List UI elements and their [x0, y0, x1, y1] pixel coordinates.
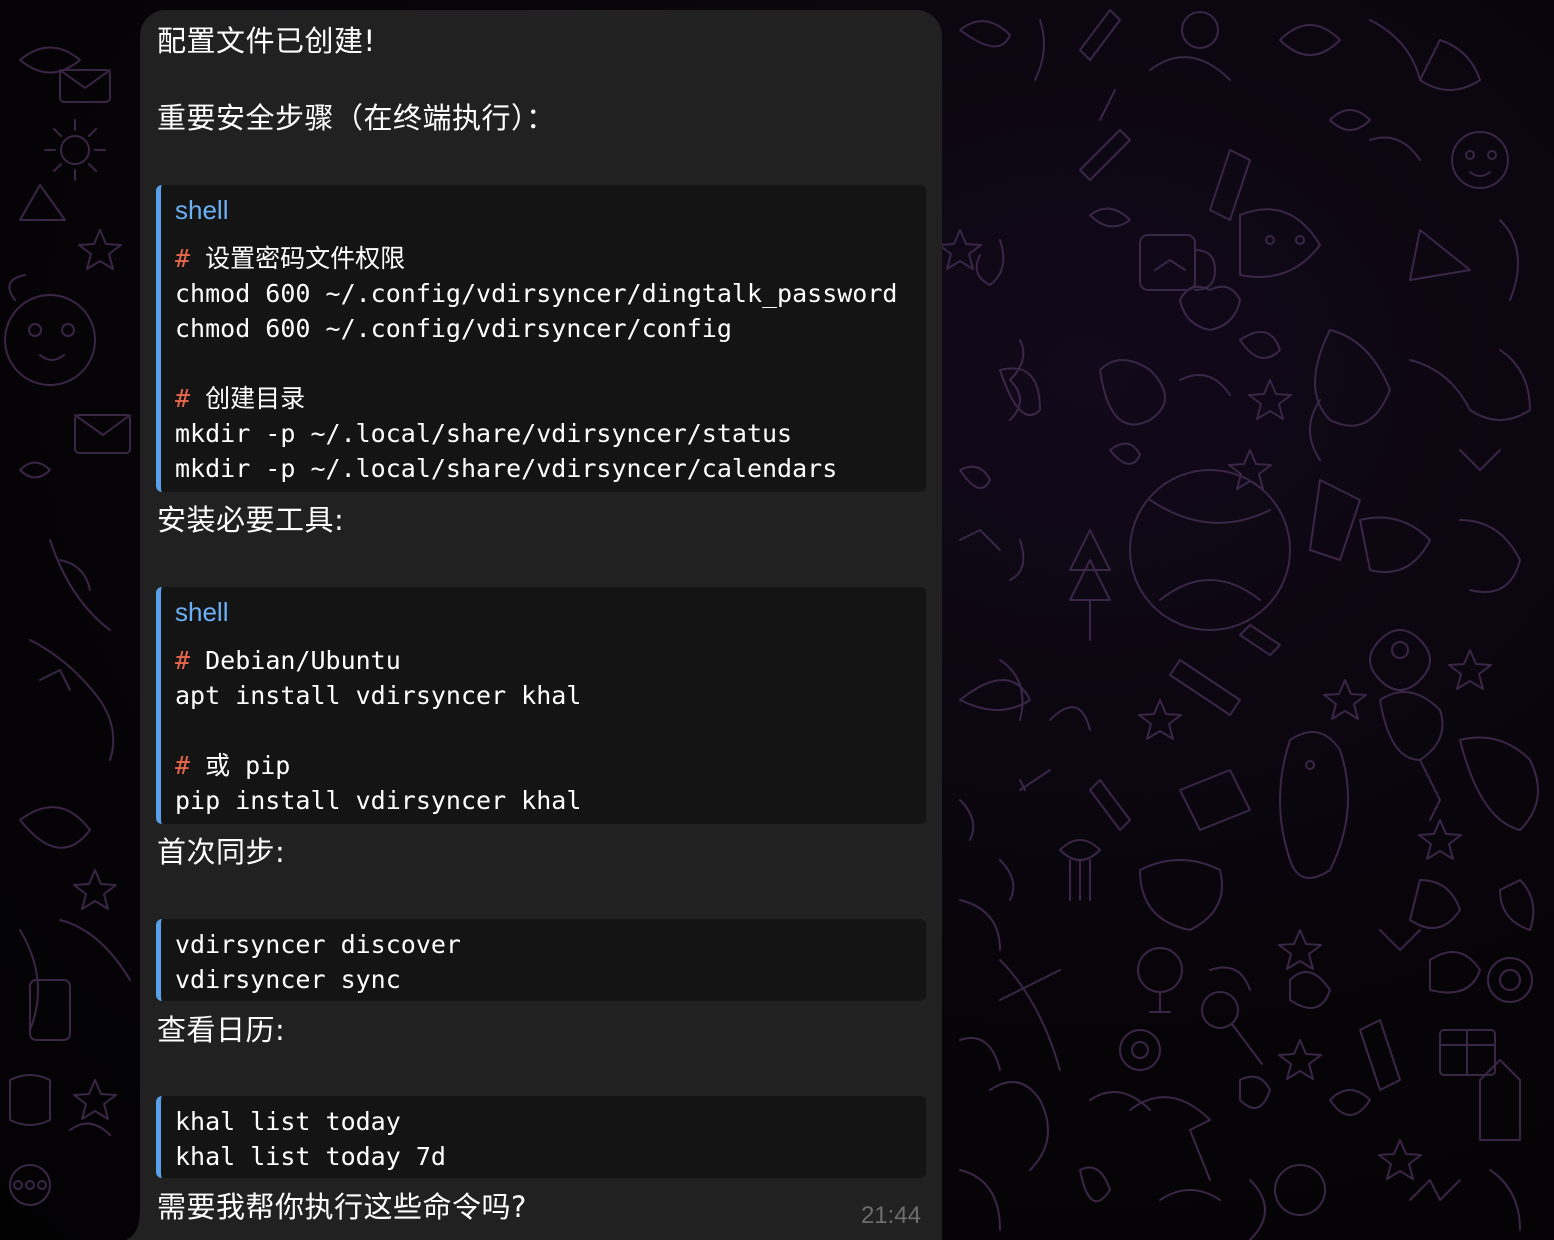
closing-question: 需要我帮你执行这些命令吗? [157, 1190, 527, 1224]
code-block-security[interactable]: shell # 设置密码文件权限 chmod 600 ~/.config/vdi… [156, 185, 926, 492]
code-line: chmod 600 ~/.config/vdirsyncer/dingtalk_… [175, 279, 898, 308]
code-body: vdirsyncer discover vdirsyncer sync [175, 927, 926, 997]
code-line: pip install vdirsyncer khal [175, 786, 582, 815]
message-bubble[interactable]: 配置文件已创建! 重要安全步骤（在终端执行）： shell # 设置密码文件权限… [140, 10, 942, 1240]
comment-hash: # [175, 751, 191, 780]
code-line: chmod 600 ~/.config/vdirsyncer/config [175, 314, 732, 343]
code-line: # Debian/Ubuntu [175, 646, 401, 675]
code-body: khal list today khal list today 7d [175, 1104, 926, 1174]
comment-text: 设置密码文件权限 [190, 244, 406, 273]
code-line: # 创建目录 [175, 384, 305, 413]
comment-text: 或 pip [190, 751, 291, 780]
code-line: apt install vdirsyncer khal [175, 681, 582, 710]
comment-hash: # [175, 384, 191, 413]
code-line: vdirsyncer sync [175, 965, 401, 994]
first-sync-heading: 首次同步: [157, 835, 286, 869]
code-line: khal list today 7d [175, 1142, 446, 1171]
code-line: # 设置密码文件权限 [175, 244, 405, 273]
code-body: # 设置密码文件权限 chmod 600 ~/.config/vdirsynce… [175, 241, 926, 486]
message-timestamp: 21:44 [860, 1202, 921, 1229]
code-line: # 或 pip [175, 751, 290, 780]
code-body: # Debian/Ubuntu apt install vdirsyncer k… [175, 643, 926, 818]
code-language-label: shell [175, 597, 229, 627]
code-line: khal list today [175, 1107, 401, 1136]
code-block-view-calendar[interactable]: khal list today khal list today 7d [156, 1096, 926, 1178]
code-language-label: shell [175, 195, 229, 225]
code-block-install[interactable]: shell # Debian/Ubuntu apt install vdirsy… [156, 587, 926, 824]
comment-text: Debian/Ubuntu [190, 646, 401, 675]
comment-text: 创建目录 [190, 384, 306, 413]
code-line: vdirsyncer discover [175, 930, 461, 959]
code-block-first-sync[interactable]: vdirsyncer discover vdirsyncer sync [156, 919, 926, 1001]
view-calendar-heading: 查看日历: [157, 1013, 286, 1047]
code-line: mkdir -p ~/.local/share/vdirsyncer/statu… [175, 419, 793, 448]
comment-hash: # [175, 646, 191, 675]
security-steps-heading: 重要安全步骤（在终端执行）： [157, 101, 556, 135]
code-line: mkdir -p ~/.local/share/vdirsyncer/calen… [175, 454, 838, 483]
comment-hash: # [175, 244, 191, 273]
message-intro: 配置文件已创建! [157, 24, 376, 58]
install-tools-heading: 安装必要工具: [157, 503, 345, 537]
